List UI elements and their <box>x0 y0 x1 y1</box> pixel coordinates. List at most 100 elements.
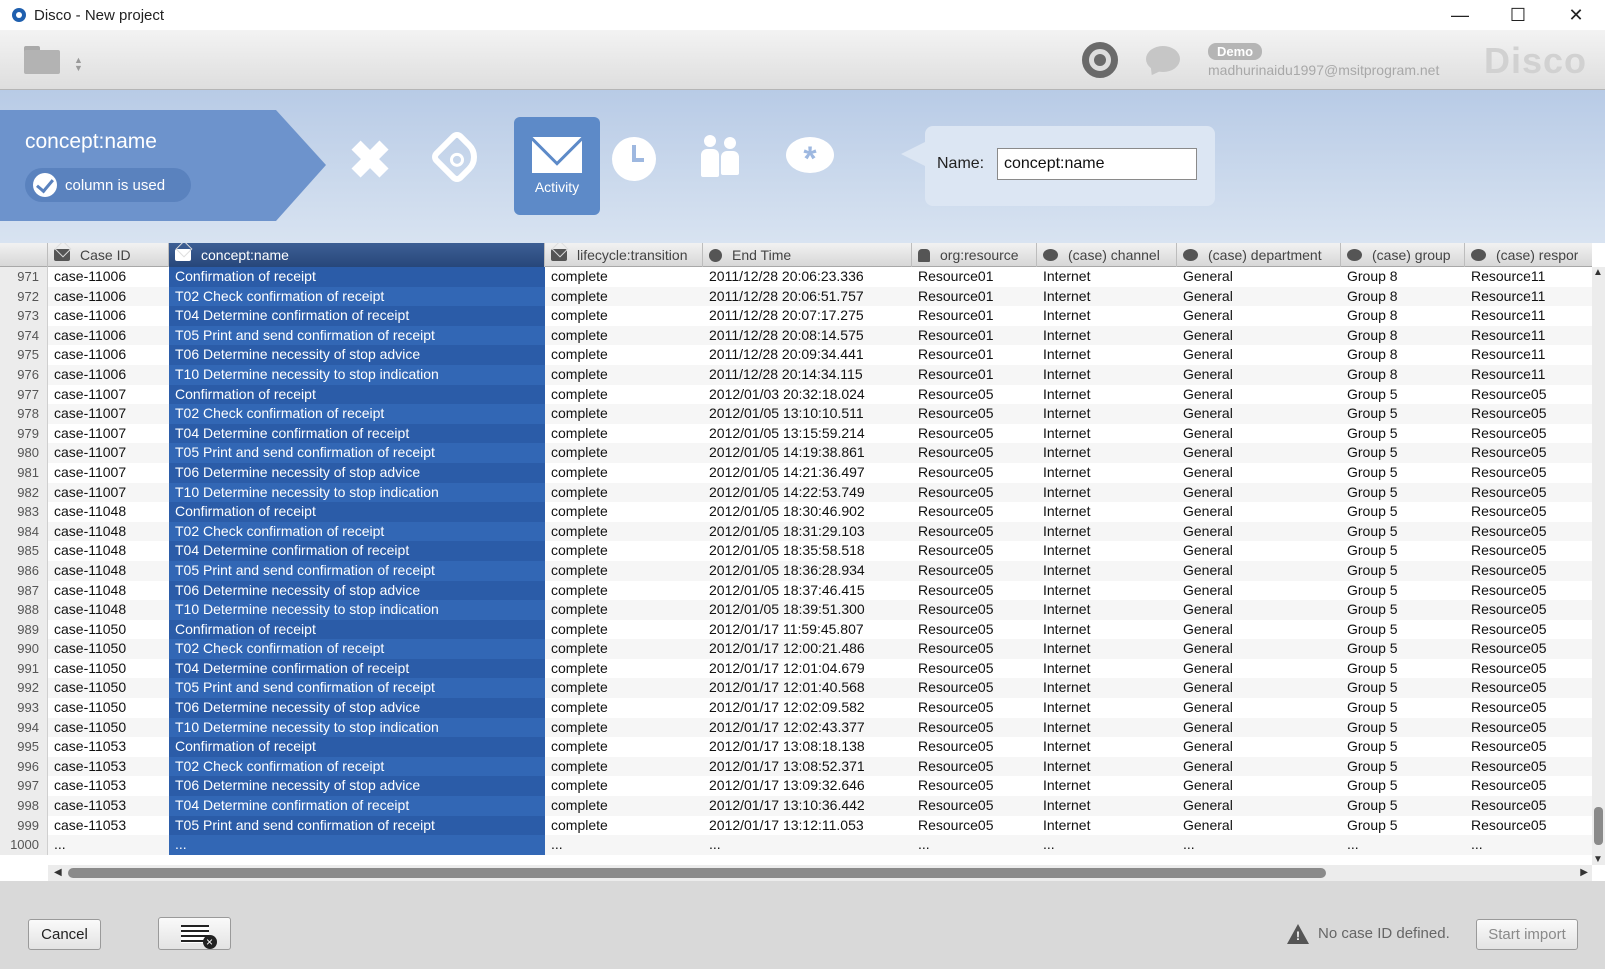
table-row[interactable]: 988 case-11048 T10 Determine necessity to … <box>0 600 1592 620</box>
start-import-button[interactable]: Start import <box>1476 919 1578 950</box>
cancel-button[interactable]: Cancel <box>28 919 101 950</box>
scroll-up-icon[interactable]: ▲ <box>1593 267 1603 278</box>
resource-cell: Resource05 <box>918 679 994 696</box>
resource-cell: Resource05 <box>918 816 994 833</box>
lifecycle-cell: complete <box>551 405 608 422</box>
table-row[interactable]: 996 case-11053 T02 Check confirmation of r… <box>0 756 1592 777</box>
table-row[interactable]: 973 case-11006 T04 Determine confirmation … <box>0 306 1592 326</box>
table-row[interactable]: 983 case-11048 Confirmation of receipt comp… <box>0 502 1592 522</box>
column-header-end-time[interactable]: End Time <box>703 243 912 267</box>
table-row[interactable]: 971 case-11006 Confirmation of receipt comp… <box>0 267 1592 287</box>
folder-icon[interactable] <box>24 46 60 74</box>
column-name-input[interactable]: concept:name <box>997 148 1197 180</box>
table-row[interactable]: 974 case-11006 T05 Print and send confirma… <box>0 325 1592 346</box>
table-row[interactable]: 977 case-11007 Confirmation of receipt comp… <box>0 384 1592 405</box>
user-email: madhurinaidu1997@msitprogram.net <box>1208 62 1440 78</box>
table-row[interactable]: 986 case-11048 T05 Print and send confirma… <box>0 560 1592 581</box>
case-id-cell: case-11007 <box>54 463 127 480</box>
role-attribute-button[interactable] <box>414 117 500 215</box>
table-options-button[interactable] <box>158 917 231 950</box>
scroll-left-icon[interactable]: ◀ <box>54 865 62 881</box>
group-cell: Group 8 <box>1347 307 1398 324</box>
column-header-group[interactable]: (case) group <box>1341 243 1465 267</box>
minimize-button[interactable]: — <box>1431 0 1489 30</box>
table-row[interactable]: 976 case-11006 T10 Determine necessity to … <box>0 364 1592 385</box>
feedback-bubble-icon[interactable] <box>1146 46 1180 72</box>
column-used-toggle[interactable]: column is used <box>25 168 191 202</box>
column-header-channel[interactable]: (case) channel <box>1037 243 1177 267</box>
scroll-down-icon[interactable]: ▼ <box>1593 854 1603 865</box>
row-number: 981 <box>0 462 48 483</box>
row-number: 983 <box>0 502 48 522</box>
channel-cell: Internet <box>1043 777 1091 794</box>
table-row[interactable]: 991 case-11050 T04 Determine confirmation … <box>0 658 1592 679</box>
table-row[interactable]: 981 case-11007 T06 Determine necessity of … <box>0 462 1592 483</box>
table-row[interactable]: 978 case-11007 T02 Check confirmation of r… <box>0 404 1592 424</box>
department-cell: General <box>1183 738 1233 755</box>
role-timestamp-button[interactable] <box>591 117 677 215</box>
column-header-case-id[interactable]: Case ID <box>48 243 169 267</box>
role-remove-button[interactable]: ✖ <box>327 117 413 215</box>
maximize-button[interactable]: ☐ <box>1489 0 1547 30</box>
case-id-cell: case-11053 <box>54 738 127 755</box>
column-header-department[interactable]: (case) department <box>1177 243 1341 267</box>
case-id-cell: case-11006 <box>54 365 127 382</box>
end-time-cell: 2012/01/05 14:21:36.497 <box>709 463 865 480</box>
column-header-responsible[interactable]: (case) respor <box>1465 243 1592 267</box>
role-other-button[interactable]: * <box>767 117 853 215</box>
row-number: 973 <box>0 306 48 326</box>
horizontal-scroll-thumb[interactable] <box>68 868 1326 878</box>
group-cell: Group 5 <box>1347 405 1398 422</box>
table-row[interactable]: 975 case-11006 T06 Determine necessity of … <box>0 345 1592 365</box>
preview-table: Case ID concept:name lifecycle:transitio… <box>0 243 1592 865</box>
sort-arrows-icon[interactable]: ▲ ▼ <box>74 56 83 73</box>
channel-cell: Internet <box>1043 659 1091 676</box>
table-row[interactable]: 985 case-11048 T04 Determine confirmation … <box>0 541 1592 561</box>
end-time-cell: 2012/01/17 13:08:18.138 <box>709 738 865 755</box>
channel-cell: Internet <box>1043 620 1091 637</box>
close-button[interactable]: ✕ <box>1547 0 1605 30</box>
responsible-cell: Resource05 <box>1471 816 1547 833</box>
table-row[interactable]: 998 case-11053 T04 Determine confirmation … <box>0 796 1592 816</box>
table-row[interactable]: 990 case-11050 T02 Check confirmation of r… <box>0 639 1592 659</box>
column-header-lifecycle[interactable]: lifecycle:transition <box>545 243 703 267</box>
channel-cell: Internet <box>1043 307 1091 324</box>
activity-cell: T06 Determine necessity of stop advice <box>169 580 545 601</box>
table-row[interactable]: 982 case-11007 T10 Determine necessity to … <box>0 482 1592 503</box>
table-row[interactable]: 972 case-11006 T02 Check confirmation of r… <box>0 286 1592 307</box>
table-row[interactable]: 997 case-11053 T06 Determine necessity of … <box>0 776 1592 797</box>
table-row[interactable]: 992 case-11050 T05 Print and send confirma… <box>0 678 1592 699</box>
table-row[interactable]: 999 case-11053 T05 Print and send confirma… <box>0 815 1592 836</box>
help-lifebuoy-icon[interactable] <box>1082 42 1118 78</box>
vertical-scrollbar[interactable]: ▲ ▼ <box>1592 267 1605 865</box>
table-row[interactable]: 994 case-11050 T10 Determine necessity to … <box>0 717 1592 738</box>
responsible-cell: Resource11 <box>1471 307 1546 324</box>
scroll-right-icon[interactable]: ▶ <box>1580 865 1588 881</box>
table-row[interactable]: 979 case-11007 T04 Determine confirmation … <box>0 423 1592 444</box>
role-activity-button[interactable]: Activity <box>514 117 600 215</box>
toolbar: ▲ ▼ Demo madhurinaidu1997@msitprogram.net… <box>0 30 1605 90</box>
end-time-cell: 2012/01/17 13:10:36.442 <box>709 797 865 814</box>
row-number: 976 <box>0 364 48 385</box>
department-cell: General <box>1183 797 1233 814</box>
resource-cell: Resource05 <box>918 385 994 402</box>
case-id-cell: case-11050 <box>54 718 127 735</box>
vertical-scroll-thumb[interactable] <box>1594 807 1603 845</box>
table-row[interactable]: 1000........................... <box>0 835 1592 855</box>
group-cell: Group 5 <box>1347 444 1398 461</box>
table-row[interactable]: 989 case-11050 Confirmation of receipt comp… <box>0 619 1592 640</box>
table-row[interactable]: 993 case-11050 T06 Determine necessity of … <box>0 698 1592 718</box>
case-id-cell: case-11050 <box>54 699 127 716</box>
table-row[interactable]: 980 case-11007 T05 Print and send confirma… <box>0 443 1592 463</box>
department-cell: General <box>1183 757 1233 774</box>
row-number: 988 <box>0 600 48 620</box>
column-header-concept-name[interactable]: concept:name <box>169 243 545 267</box>
table-row[interactable]: 995 case-11053 Confirmation of receipt comp… <box>0 737 1592 757</box>
horizontal-scrollbar[interactable]: ◀ ▶ <box>48 865 1592 881</box>
column-header-org-resource[interactable]: org:resource <box>912 243 1037 267</box>
group-cell: Group 5 <box>1347 777 1398 794</box>
table-row[interactable]: 984 case-11048 T02 Check confirmation of r… <box>0 521 1592 542</box>
table-row[interactable]: 987 case-11048 T06 Determine necessity of … <box>0 580 1592 601</box>
department-cell: General <box>1183 424 1233 441</box>
role-resource-button[interactable] <box>677 117 763 215</box>
